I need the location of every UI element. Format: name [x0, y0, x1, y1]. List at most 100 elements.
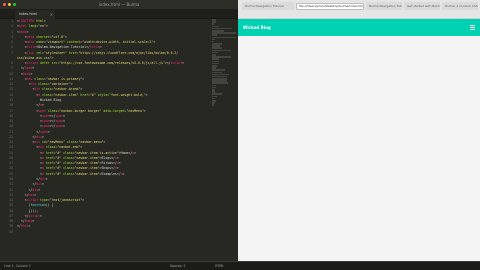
code-token: < [17, 166, 42, 171]
editor-tab-index-html[interactable]: index.html × [15, 10, 55, 19]
code-token: span [55, 124, 64, 129]
code-token: > [65, 34, 67, 39]
code-token: span [41, 124, 50, 129]
code-token: > [82, 76, 85, 81]
minimap[interactable] [212, 19, 238, 106]
code-token: "container" [49, 82, 71, 87]
editor-tab-bar: index.html × [0, 9, 238, 19]
code-token: span [55, 113, 64, 118]
code-token: script [28, 213, 41, 218]
code-token: > [63, 124, 66, 129]
syntax-mode[interactable]: HTML [215, 262, 224, 270]
code-token: data-target [103, 108, 125, 113]
code-token: "navbar-item" [74, 155, 100, 160]
code-token: > [51, 55, 54, 60]
code-token: > [34, 192, 37, 197]
code-token: "font-weight:bold;" [109, 92, 146, 97]
code-token: > [43, 19, 46, 23]
code-token: "https://use.fontawesome.com/releases/v5… [59, 61, 165, 66]
minimap-line [212, 36, 237, 39]
indentation-setting[interactable]: Spaces: 2 [170, 262, 186, 270]
code-token: head [18, 29, 27, 34]
close-icon[interactable]: × [50, 10, 53, 19]
code-token: "navbar is-primary" [45, 76, 83, 81]
code-token: </ [17, 66, 25, 71]
code-token: class [47, 108, 58, 113]
page-content-area [238, 36, 480, 261]
browser-tab[interactable]: Bulma Navigation Tutorial [242, 2, 294, 10]
code-token: > [145, 92, 148, 97]
code-token: </ [17, 134, 37, 139]
code-token: title [89, 45, 100, 50]
browser-tab[interactable]: Get started with Bulma [404, 2, 440, 10]
code-token: > [182, 61, 185, 66]
code-token: </ [17, 187, 33, 192]
code-token: > [38, 187, 41, 192]
code-token: < [17, 45, 27, 50]
code-token: > [82, 198, 85, 203]
address-bar[interactable]: file:///Users/plum/Desktop/bulma/index.h… [296, 3, 364, 10]
code-token: class [38, 82, 48, 87]
line-number: 40 [9, 229, 13, 234]
code-token: class [63, 150, 73, 155]
code-token: < [17, 82, 31, 87]
code-token: title [26, 45, 37, 50]
browser-tab[interactable]: Bulma: a modern CSS framework [442, 2, 478, 10]
code-token: script [26, 61, 39, 66]
code-token: "navbar-item" [53, 92, 79, 97]
code-token: "navMenu" [126, 108, 144, 113]
code-token: > [153, 40, 156, 45]
code-token: > [70, 82, 73, 87]
code-token: < [17, 92, 39, 97]
browser-tab[interactable]: Bulma Navigation Tutorial [366, 2, 402, 10]
code-token: < [17, 145, 39, 150]
code-token: "viewport" [45, 40, 66, 45]
code-token: >Blogs</ [99, 155, 115, 160]
code-token: style [97, 92, 108, 97]
code-token: Wicked Blog [17, 97, 62, 102]
code-token: defer [40, 61, 50, 66]
code-token: !DOCTYPE [18, 19, 35, 23]
browser-window: Bulma Navigation Tutorial Bulma Navigati… [238, 0, 480, 261]
close-window-button[interactable] [3, 3, 6, 6]
code-line: 40 [0, 230, 238, 235]
code-token: < [17, 155, 42, 160]
code-token: class [45, 145, 56, 150]
code-token: </ [17, 176, 41, 181]
code-token: > [80, 145, 83, 150]
code-token: < [17, 87, 35, 92]
cursor-position: Line 1, Column 1 [4, 264, 31, 268]
status-bar: Line 1, Column 1 Spaces: 2 HTML [0, 261, 480, 270]
code-token: > [41, 103, 44, 108]
code-token: "navbar-brand" [53, 87, 81, 92]
code-token: > [118, 161, 121, 166]
code-token: </ [17, 103, 41, 108]
hamburger-menu-icon[interactable] [470, 25, 475, 30]
code-token: > [122, 171, 125, 176]
code-area[interactable]: 1 <!DOCTYPE html> 2 <html lang="en"> 3 <head>… [0, 19, 238, 261]
code-token: html [20, 224, 29, 229]
code-token: "width=device-width, initial-scale=1" [82, 40, 154, 45]
code-token: > [103, 140, 106, 145]
code-token: </ [17, 213, 29, 218]
code-token: span [41, 113, 50, 118]
code-token: "stylesheet" [43, 50, 67, 55]
code-token: < [17, 40, 27, 45]
zoom-window-button[interactable] [13, 3, 16, 6]
code-token: "navbar-menu" [78, 140, 104, 145]
code-editor-window: index.html — Bulma index.html × 1 <!DOCTY… [0, 0, 238, 270]
code-token: href [68, 50, 77, 55]
code-token: "navbar-item" [74, 166, 100, 171]
code-token: < [17, 113, 42, 118]
code-token: "navMenu" [47, 140, 66, 145]
code-token: > [26, 29, 29, 34]
code-token: "navbar-item is-active" [74, 150, 119, 155]
code-token: css/bulma.min.css" [17, 55, 52, 60]
navbar-brand-link[interactable]: Wicked Blog [243, 19, 271, 36]
minimize-window-button[interactable] [8, 3, 11, 6]
code-token: > [32, 66, 35, 71]
code-token: name [36, 40, 44, 45]
code-token: < [17, 108, 39, 113]
code-token: class [34, 76, 44, 81]
code-token: charset [36, 34, 50, 39]
